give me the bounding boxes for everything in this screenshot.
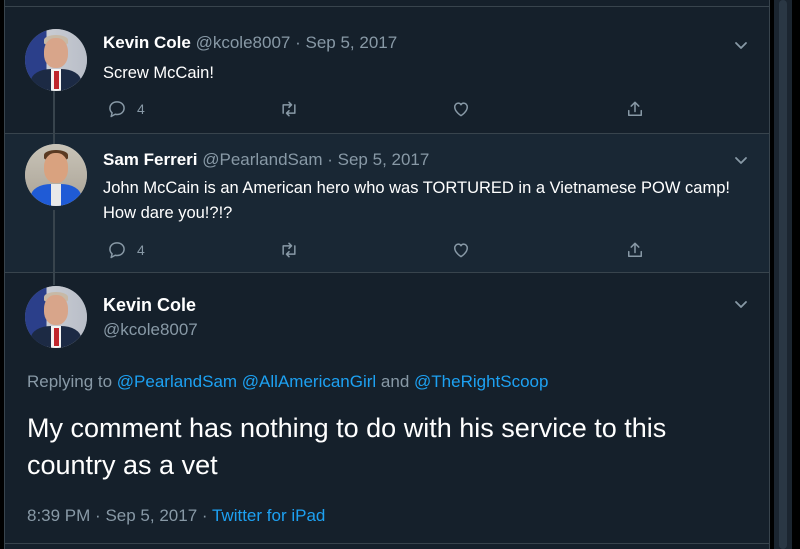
like-icon	[454, 102, 468, 117]
reply-count: 4	[137, 101, 145, 117]
avatar[interactable]	[25, 286, 87, 348]
chevron-down-icon[interactable]	[733, 296, 749, 312]
display-name[interactable]: Sam Ferreri	[103, 150, 198, 169]
retweet-icon	[282, 242, 296, 258]
share-button[interactable]	[625, 97, 645, 121]
conjunction: and	[380, 372, 410, 391]
thread-connector	[53, 210, 55, 272]
replying-to: Replying to @PearlandSam @AllAmericanGir…	[27, 372, 548, 392]
handle[interactable]: @PearlandSam	[202, 150, 322, 169]
tweet-header: Kevin Cole @kcole8007 · Sep 5, 2017	[103, 33, 397, 53]
thread-connector	[53, 87, 55, 133]
avatar[interactable]	[25, 29, 87, 91]
tweet-actions: 4	[103, 238, 663, 262]
scrollbar[interactable]	[774, 0, 792, 549]
share-icon	[628, 101, 642, 116]
separator: ·	[295, 33, 301, 52]
thread-connector	[53, 273, 55, 285]
tweet-text: Screw McCain!	[103, 64, 214, 82]
source-link[interactable]: Twitter for iPad	[212, 506, 325, 525]
retweet-button[interactable]	[279, 97, 299, 121]
tweet-sam-ferreri[interactable]: Sam Ferreri @PearlandSam · Sep 5, 2017 J…	[5, 134, 769, 273]
like-button[interactable]	[451, 97, 471, 121]
reply-button[interactable]: 4	[107, 238, 145, 262]
handle[interactable]: @kcole8007	[103, 320, 198, 340]
timestamp[interactable]: Sep 5, 2017	[338, 150, 430, 169]
reply-button[interactable]: 4	[107, 97, 145, 121]
separator: ·	[95, 506, 101, 525]
retweet-button[interactable]	[279, 238, 299, 262]
thread-connector	[53, 134, 55, 144]
reply-target-link[interactable]: @PearlandSam	[117, 372, 237, 391]
share-icon	[628, 242, 642, 257]
retweet-icon	[282, 101, 296, 117]
share-button[interactable]	[625, 238, 645, 262]
like-icon	[454, 243, 468, 258]
reply-target-link[interactable]: @TheRightScoop	[414, 372, 548, 391]
chevron-down-icon[interactable]	[733, 152, 749, 168]
reply-icon	[109, 101, 125, 118]
reply-target-link[interactable]: @AllAmericanGirl	[242, 372, 376, 391]
reply-icon	[109, 242, 125, 259]
tweet-text: John McCain is an American hero who was …	[103, 179, 730, 222]
display-name[interactable]: Kevin Cole	[103, 295, 196, 316]
separator: ·	[201, 506, 208, 525]
divider	[5, 543, 769, 544]
replying-label: Replying to	[27, 372, 113, 391]
display-name[interactable]: Kevin Cole	[103, 33, 191, 52]
divider	[5, 0, 769, 7]
tweet-footer: 8:39 PM · Sep 5, 2017 · Twitter for iPad	[27, 506, 325, 526]
timestamp[interactable]: Sep 5, 2017	[306, 33, 398, 52]
date[interactable]: Sep 5, 2017	[105, 506, 197, 525]
tweet-text: My comment has nothing to do with his se…	[27, 413, 667, 480]
avatar[interactable]	[25, 144, 87, 206]
scrollbar-thumb[interactable]	[779, 0, 787, 549]
tweet-header: Sam Ferreri @PearlandSam · Sep 5, 2017	[103, 150, 429, 170]
time[interactable]: 8:39 PM	[27, 506, 90, 525]
reply-count: 4	[137, 242, 145, 258]
like-button[interactable]	[451, 238, 471, 262]
chevron-down-icon[interactable]	[733, 37, 749, 53]
separator: ·	[327, 150, 333, 169]
tweet-kevin-cole[interactable]: Kevin Cole @kcole8007 · Sep 5, 2017 Scre…	[5, 7, 769, 134]
tweet-thread: Kevin Cole @kcole8007 · Sep 5, 2017 Scre…	[4, 0, 770, 549]
tweet-actions: 4	[103, 97, 663, 121]
handle[interactable]: @kcole8007	[196, 33, 291, 52]
